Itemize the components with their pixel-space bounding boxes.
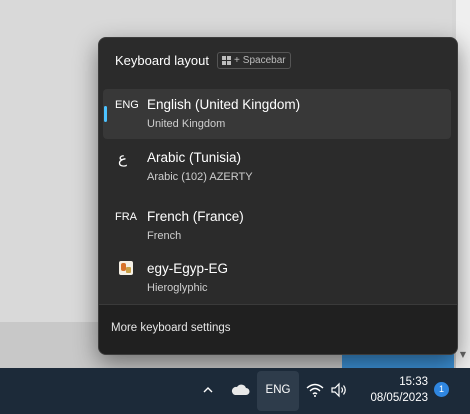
layout-name: Arabic (Tunisia) (147, 150, 242, 165)
clock-time[interactable]: 15:33 (364, 376, 428, 388)
wifi-icon[interactable] (306, 383, 324, 397)
layout-name: French (France) (147, 209, 244, 224)
layout-name: egy-Egyp-EG (147, 261, 229, 276)
keyboard-layout-flyout: Keyboard layout + Spacebar ENG English (… (98, 37, 458, 355)
flyout-header: Keyboard layout + Spacebar (115, 51, 291, 69)
shortcut-key: Spacebar (242, 54, 286, 66)
layout-code: ع (118, 150, 127, 167)
taskbar: ENG 15:33 08/05/2023 1 (0, 368, 470, 414)
scrollbar[interactable] (456, 0, 470, 368)
flyout-footer: More keyboard settings (99, 304, 457, 354)
layout-subtitle: French (147, 230, 182, 242)
notification-badge[interactable]: 1 (434, 382, 449, 397)
layout-subtitle: Hieroglyphic (147, 282, 208, 294)
shortcut-plus: + (233, 54, 240, 66)
show-hidden-icons-chevron-icon[interactable] (202, 384, 214, 396)
layout-subtitle: Arabic (102) AZERTY (147, 171, 253, 183)
scroll-down-arrow-icon[interactable]: ▼ (458, 350, 468, 360)
more-keyboard-settings-link[interactable]: More keyboard settings (111, 322, 231, 334)
layout-item-hieroglyphic[interactable]: egy-Egyp-EG Hieroglyphic (103, 253, 451, 303)
flyout-title: Keyboard layout (115, 52, 209, 68)
layout-item-french[interactable]: FRA French (France) French (103, 201, 451, 251)
layout-item-english[interactable]: ENG English (United Kingdom) United King… (103, 89, 451, 139)
windows-key-icon (221, 55, 231, 65)
layout-code: FRA (115, 211, 137, 223)
volume-icon[interactable] (330, 382, 348, 398)
layout-subtitle: United Kingdom (147, 118, 226, 130)
input-language-label: ENG (265, 384, 291, 396)
hieroglyphic-ime-icon (119, 261, 133, 275)
layout-code: ENG (115, 99, 139, 111)
shortcut-hint: + Spacebar (216, 51, 291, 69)
layout-name: English (United Kingdom) (147, 97, 301, 112)
selection-indicator (104, 106, 107, 122)
layout-item-arabic[interactable]: ع Arabic (Tunisia) Arabic (102) AZERTY (103, 142, 451, 192)
clock-date[interactable]: 08/05/2023 (364, 392, 428, 404)
input-language-button[interactable]: ENG (257, 371, 299, 411)
onedrive-cloud-icon[interactable] (230, 383, 250, 397)
